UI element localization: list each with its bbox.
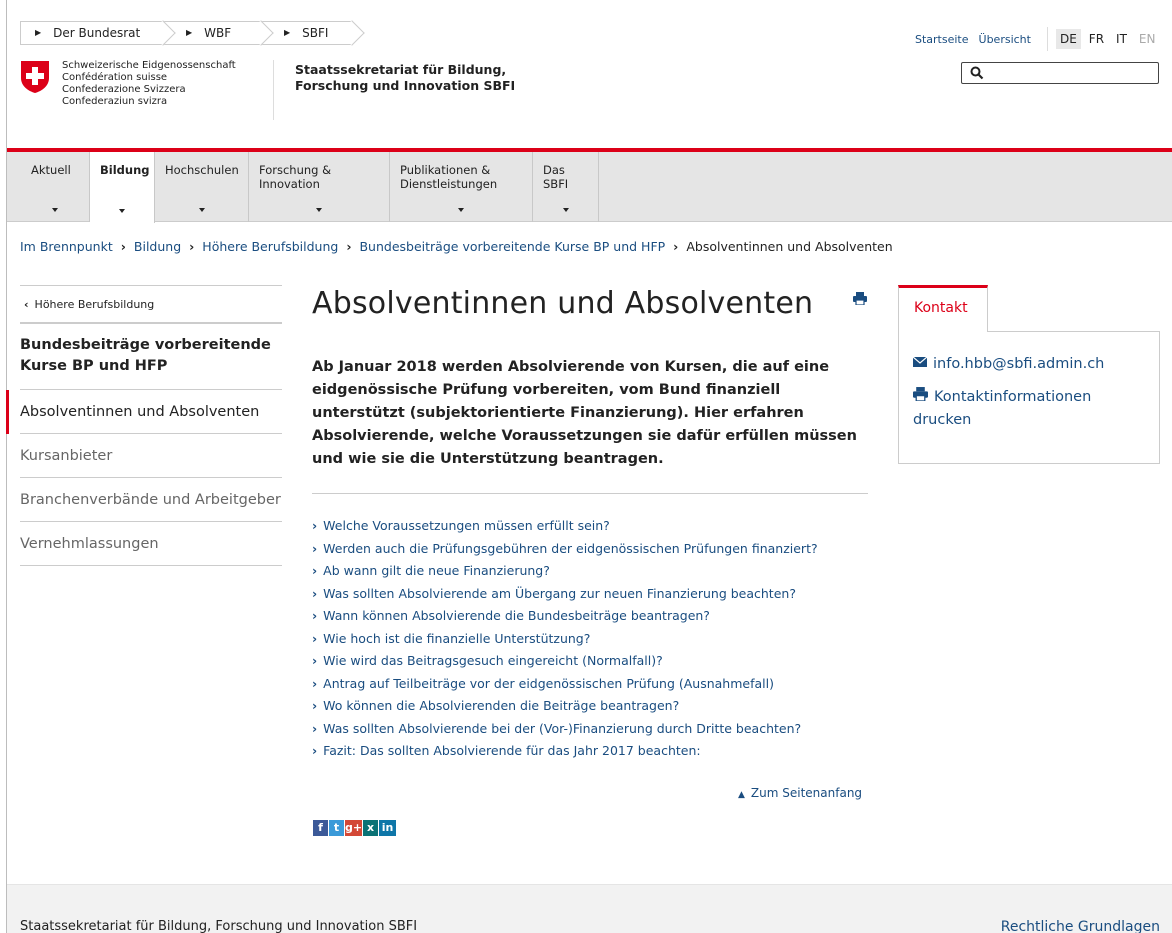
toc-item[interactable]: › Was sollten Absolvierende bei der (Vor-… [312, 718, 818, 741]
twitter-icon[interactable]: t [329, 820, 344, 836]
footer: Staatssekretariat für Bildung, Forschung… [7, 884, 1172, 933]
startseite-link[interactable]: Startseite [915, 33, 969, 46]
toc-item[interactable]: › Ab wann gilt die neue Finanzierung? [312, 560, 818, 583]
breadcrumb-current: Absolventinnen und Absolventen [686, 239, 893, 254]
tab-kontakt[interactable]: Kontakt [898, 285, 988, 332]
page-title: Absolventinnen und Absolventen [312, 286, 814, 321]
nav-das-sbfi[interactable]: Das SBFI [533, 152, 599, 222]
federal-breadcrumb: ▶ Der Bundesrat ▶ WBF ▶ SBFI [20, 20, 365, 46]
sidebar-parent-item[interactable]: Bundesbeiträge vorbereitende Kurse BP un… [20, 324, 282, 390]
sidebar-item-absolventinnen[interactable]: Absolventinnen und Absolventen [6, 390, 282, 434]
toc-item[interactable]: › Wo können die Absolvierenden die Beiträ… [312, 695, 818, 718]
chevron-right-icon: › [312, 698, 318, 713]
table-of-contents: › Welche Voraussetzungen müssen erfüllt s… [312, 515, 818, 763]
chevron-right-icon: › [189, 239, 195, 254]
uebersicht-link[interactable]: Übersicht [979, 33, 1031, 46]
header-divider [273, 60, 274, 120]
caret-down-icon [562, 208, 569, 212]
federal-logo-text: Schweizerische Eidgenossenschaft Confédé… [62, 60, 236, 107]
chevron-right-icon: › [673, 239, 679, 254]
breadcrumb-hoehere-berufsbildung[interactable]: Höhere Berufsbildung [202, 239, 338, 254]
caret-down-icon [119, 209, 125, 213]
search-input[interactable] [990, 65, 1150, 81]
caret-down-icon [316, 208, 322, 212]
sidebar-item-vernehmlassungen[interactable]: Vernehmlassungen [20, 522, 282, 566]
caret-down-icon [198, 208, 205, 212]
chevron-right-icon: › [312, 743, 318, 758]
envelope-icon [912, 352, 928, 375]
chevron-right-icon: › [312, 563, 318, 578]
swiss-cross-icon [20, 60, 50, 94]
sidebar-item-branchenverbaende[interactable]: Branchenverbände und Arbeitgeber [20, 478, 282, 522]
nav-forschung-innovation[interactable]: Forschung & Innovation [249, 152, 390, 222]
meta-navigation: Startseite Übersicht DE FR IT EN [915, 27, 1163, 51]
fed-crumb-wbf[interactable]: ▶ WBF [163, 20, 274, 46]
toc-item[interactable]: › Wann können Absolvierende die Bundesbei… [312, 605, 818, 628]
fed-crumb-sbfi[interactable]: ▶ SBFI [261, 20, 365, 46]
triangle-right-icon: ▶ [284, 28, 291, 37]
toc-item[interactable]: › Welche Voraussetzungen müssen erfüllt s… [312, 515, 818, 538]
fed-crumb-bundesrat[interactable]: ▶ Der Bundesrat [20, 20, 176, 46]
main-navigation: Aktuell Bildung Hochschulen Forschung & … [7, 152, 1172, 223]
print-icon[interactable] [853, 290, 867, 309]
social-share: f t g+ x in [313, 820, 396, 836]
sidebar-item-kursanbieter[interactable]: Kursanbieter [20, 434, 282, 478]
toc-item[interactable]: › Wie hoch ist die finanzielle Unterstütz… [312, 628, 818, 651]
language-switcher: DE FR IT EN [1055, 29, 1164, 49]
contact-email-link[interactable]: info.hbb@sbfi.admin.ch [912, 352, 1104, 376]
chevron-right-icon: › [312, 540, 318, 556]
chevron-right-icon: › [120, 239, 126, 254]
search-icon[interactable] [970, 65, 984, 84]
linkedin-icon[interactable]: in [379, 820, 396, 836]
department-name: Staatssekretariat für Bildung, Forschung… [295, 62, 516, 93]
lang-en[interactable]: EN [1135, 29, 1160, 49]
breadcrumb-im-brennpunkt[interactable]: Im Brennpunkt [20, 239, 113, 254]
back-to-top-link[interactable]: ▲ Zum Seitenanfang [738, 786, 862, 800]
chevron-right-icon: › [312, 675, 318, 691]
footer-text: Staatssekretariat für Bildung, Forschung… [20, 919, 418, 933]
chevron-right-icon: › [346, 239, 352, 254]
search-box [961, 62, 1159, 84]
federal-logo[interactable]: Schweizerische Eidgenossenschaft Confédé… [20, 60, 236, 108]
legal-basis-link[interactable]: Rechtliche Grundlagen [1001, 919, 1160, 933]
triangle-right-icon: ▶ [186, 28, 193, 37]
page-frame-left [6, 0, 7, 933]
sidebar-back-link[interactable]: ‹ Höhere Berufsbildung [20, 285, 282, 324]
xing-icon[interactable]: x [363, 820, 378, 836]
chevron-right-icon: › [312, 630, 318, 646]
triangle-right-icon: ▶ [35, 28, 42, 37]
divider [1046, 27, 1048, 51]
facebook-icon[interactable]: f [313, 820, 328, 836]
google-plus-icon[interactable]: g+ [345, 820, 362, 836]
nav-bildung[interactable]: Bildung [90, 152, 155, 223]
toc-item[interactable]: › Was sollten Absolvierende am Übergang z… [312, 583, 818, 606]
chevron-up-icon: ▲ [738, 790, 745, 800]
breadcrumb: Im Brennpunkt › Bildung › Höhere Berufsbildu… [20, 239, 893, 254]
breadcrumb-bildung[interactable]: Bildung [134, 239, 181, 254]
lang-it[interactable]: IT [1112, 29, 1131, 49]
toc-item[interactable]: › Antrag auf Teilbeiträge vor der eidgenö… [312, 673, 818, 696]
divider [312, 493, 868, 494]
chevron-right-icon: › [312, 585, 318, 601]
chevron-left-icon: ‹ [24, 298, 29, 311]
toc-item[interactable]: › Wie wird das Beitragsgesuch eingereicht… [312, 650, 818, 673]
sidebar-navigation: ‹ Höhere Berufsbildung Bundesbeiträge vor… [6, 285, 282, 566]
caret-down-icon [52, 208, 58, 212]
lang-fr[interactable]: FR [1085, 29, 1108, 49]
toc-item[interactable]: › Werden auch die Prüfungsgebühren der ei… [312, 538, 818, 561]
caret-down-icon [458, 208, 464, 212]
chevron-right-icon: › [312, 653, 318, 668]
nav-publikationen-dienstleistungen[interactable]: Publikationen & Dienstleistungen [390, 152, 533, 222]
chevron-right-icon: › [312, 518, 318, 533]
breadcrumb-bundesbeitraege[interactable]: Bundesbeiträge vorbereitende Kurse BP un… [359, 239, 665, 254]
contact-print-link[interactable]: Kontaktinformationen drucken [913, 386, 1143, 432]
lang-de[interactable]: DE [1055, 29, 1081, 49]
toc-item[interactable]: › Fazit: Das sollten Absolvierende für da… [312, 740, 818, 763]
chevron-right-icon: › [312, 720, 318, 736]
nav-aktuell[interactable]: Aktuell [21, 152, 90, 222]
nav-hochschulen[interactable]: Hochschulen [155, 152, 249, 222]
lead-paragraph: Ab Januar 2018 werden Absolvierende von … [312, 359, 857, 467]
chevron-right-icon: › [312, 608, 318, 623]
print-icon [913, 386, 928, 409]
